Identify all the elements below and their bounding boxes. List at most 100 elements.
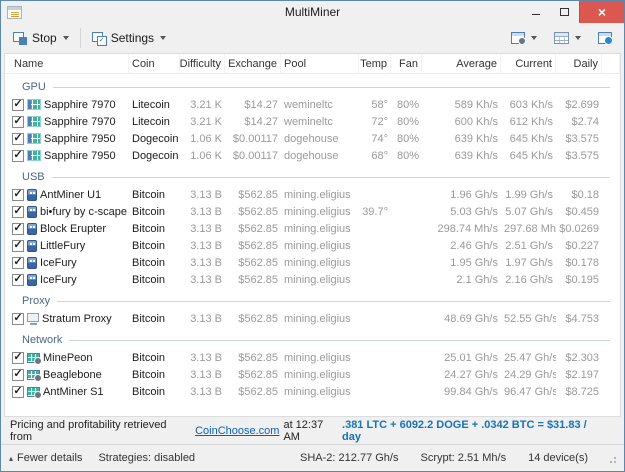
device-checkbox[interactable]	[12, 115, 24, 128]
settings-button[interactable]: Settings	[85, 27, 173, 49]
current-cell: 645 Kh/s	[509, 132, 553, 145]
average-cell: 24.27 Gh/s	[444, 368, 498, 381]
stop-button[interactable]: Stop	[6, 27, 76, 49]
details-panel-button[interactable]	[591, 28, 619, 48]
minimize-button[interactable]	[521, 1, 550, 23]
column-header-exchange[interactable]: Exchange	[225, 54, 281, 74]
column-header-daily[interactable]: Daily	[556, 54, 602, 74]
column-chooser-button[interactable]	[547, 28, 588, 48]
table-row[interactable]: Sapphire 7950 Dogecoin 1.06 K $0.00117 d…	[5, 130, 620, 147]
table-row[interactable]: IceFury Bitcoin 3.13 B $562.85 mining.el…	[5, 271, 620, 288]
profit-summary: .381 LTC + 6092.2 DOGE + .0342 BTC = $31…	[342, 418, 587, 443]
daily-cell: $2.699	[565, 98, 599, 111]
difficulty-cell: 3.13 B	[190, 256, 222, 269]
column-header-fan[interactable]: Fan	[391, 54, 422, 74]
daily-cell: $0.227	[565, 239, 599, 252]
table-row[interactable]: MinePeon Bitcoin 3.13 B $562.85 mining.e…	[5, 349, 620, 366]
table-row[interactable]: AntMiner U1 Bitcoin 3.13 B $562.85 minin…	[5, 186, 620, 203]
device-checkbox[interactable]	[12, 239, 24, 252]
column-header-pool[interactable]: Pool	[281, 54, 359, 74]
maximize-button[interactable]	[550, 1, 579, 23]
strategies-status[interactable]: Strategies: disabled	[98, 452, 195, 464]
device-checkbox[interactable]	[12, 222, 24, 235]
coin-cell: Bitcoin	[132, 239, 166, 252]
current-cell: 297.68 Mh/s	[504, 222, 556, 235]
usb-device-icon	[27, 256, 37, 269]
table-row[interactable]: Beaglebone Bitcoin 3.13 B $562.85 mining…	[5, 366, 620, 383]
device-checkbox[interactable]	[12, 149, 24, 162]
table-row[interactable]: Sapphire 7970 Litecoin 3.21 K $14.27 wem…	[5, 96, 620, 113]
table-row[interactable]: LittleFury Bitcoin 3.13 B $562.85 mining…	[5, 237, 620, 254]
name-cell: LittleFury	[5, 239, 129, 252]
table-row[interactable]: Sapphire 7970 Litecoin 3.21 K $14.27 wem…	[5, 113, 620, 130]
stop-icon	[13, 31, 27, 45]
device-checkbox[interactable]	[12, 385, 24, 398]
fan-cell: 80%	[396, 149, 419, 162]
view-settings-button[interactable]	[504, 28, 544, 48]
usb-device-icon	[27, 188, 37, 201]
table-row[interactable]: Sapphire 7950 Dogecoin 1.06 K $0.00117 d…	[5, 147, 620, 164]
group-header: USB	[5, 167, 620, 186]
coin-cell: Litecoin	[132, 115, 170, 128]
exchange-cell: $14.27	[244, 115, 278, 128]
device-checkbox[interactable]	[12, 273, 24, 286]
table-row[interactable]: IceFury Bitcoin 3.13 B $562.85 mining.el…	[5, 254, 620, 271]
exchange-cell: $562.85	[238, 273, 278, 286]
group-label: Proxy	[22, 294, 51, 307]
column-header-difficulty[interactable]: Difficulty	[180, 54, 225, 74]
average-cell: 600 Kh/s	[454, 115, 498, 128]
average-cell: 5.03 Gh/s	[450, 205, 498, 218]
coin-cell: Bitcoin	[132, 351, 166, 364]
device-name: Sapphire 7950	[44, 149, 116, 162]
settings-label: Settings	[110, 31, 155, 45]
average-cell: 639 Kh/s	[454, 132, 498, 145]
current-cell: 603 Kh/s	[509, 98, 553, 111]
column-header-coin[interactable]: Coin	[129, 54, 180, 74]
column-chooser-caret-icon[interactable]	[575, 36, 581, 40]
device-checkbox[interactable]	[12, 188, 24, 201]
column-header-temp[interactable]: Temp	[359, 54, 391, 74]
exchange-cell: $562.85	[238, 256, 278, 269]
device-checkbox[interactable]	[12, 205, 24, 218]
current-cell: 2.51 Gh/s	[505, 239, 553, 252]
titlebar[interactable]: MultiMiner ×	[1, 1, 624, 23]
device-checkbox[interactable]	[12, 351, 24, 364]
group-divider	[69, 339, 610, 341]
name-cell: Beaglebone	[5, 368, 129, 381]
table-row[interactable]: AntMiner S1 Bitcoin 3.13 B $562.85 minin…	[5, 383, 620, 400]
fewer-details-toggle[interactable]: ▴ Fewer details	[9, 452, 82, 464]
coin-cell: Bitcoin	[132, 385, 166, 398]
gpu-device-icon	[27, 116, 41, 127]
proxy-device-icon	[27, 312, 39, 325]
column-header-name[interactable]: Name	[5, 54, 129, 74]
device-name: Sapphire 7950	[44, 132, 116, 145]
difficulty-cell: 3.13 B	[190, 239, 222, 252]
device-name: AntMiner U1	[40, 188, 102, 201]
device-list-body: GPU Sapphire 7970 Litecoin 3.21 K $14.27…	[5, 74, 620, 400]
column-header-current[interactable]: Current	[501, 54, 556, 74]
name-cell: IceFury	[5, 256, 129, 269]
close-button[interactable]: ×	[579, 1, 624, 23]
daily-cell: $0.459	[565, 205, 599, 218]
daily-cell: $0.195	[565, 273, 599, 286]
view-settings-caret-icon[interactable]	[531, 36, 537, 40]
table-row[interactable]: Stratum Proxy Bitcoin 3.13 B $562.85 min…	[5, 310, 620, 327]
device-checkbox[interactable]	[12, 98, 24, 111]
settings-dropdown-caret-icon[interactable]	[160, 36, 167, 40]
device-checkbox[interactable]	[12, 368, 24, 381]
device-checkbox[interactable]	[12, 256, 24, 269]
coin-cell: Bitcoin	[132, 205, 166, 218]
daily-cell: $0.178	[565, 256, 599, 269]
coinchoose-link[interactable]: CoinChoose.com	[195, 425, 279, 437]
average-cell: 298.74 Mh/s	[437, 222, 498, 235]
stop-dropdown-caret-icon[interactable]	[62, 36, 69, 40]
table-row[interactable]: Block Erupter Bitcoin 3.13 B $562.85 min…	[5, 220, 620, 237]
resize-grip[interactable]	[614, 461, 616, 463]
column-header-average[interactable]: Average	[422, 54, 501, 74]
device-checkbox[interactable]	[12, 132, 24, 145]
difficulty-cell: 1.06 K	[190, 149, 222, 162]
table-row[interactable]: bi•fury by c-scape Bitcoin 3.13 B $562.8…	[5, 203, 620, 220]
name-cell: bi•fury by c-scape	[5, 205, 129, 218]
device-checkbox[interactable]	[12, 312, 24, 325]
exchange-cell: $562.85	[238, 222, 278, 235]
